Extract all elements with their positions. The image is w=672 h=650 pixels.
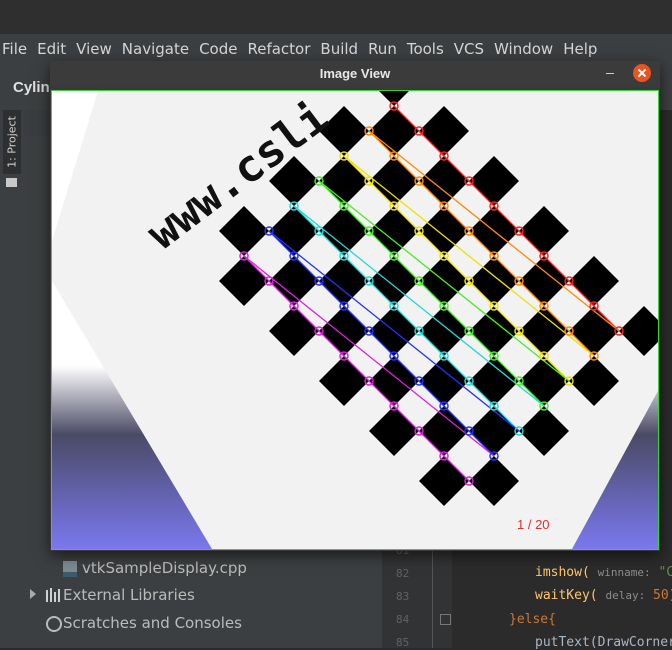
param-hint-delay: delay:	[605, 589, 646, 602]
dialog-titlebar[interactable]: Image View	[50, 61, 660, 87]
dialog-title: Image View	[319, 66, 391, 81]
menu-run[interactable]: Run	[368, 40, 397, 58]
library-icon	[46, 588, 60, 602]
chevron-right-icon[interactable]	[30, 589, 36, 599]
scratches-icon	[46, 616, 62, 632]
os-top-bar	[0, 0, 672, 34]
menu-help[interactable]: Help	[563, 40, 597, 58]
fold-marker-icon[interactable]	[440, 614, 451, 625]
tree-item-vtksampledisplay[interactable]: vtkSampleDisplay.cpp	[82, 559, 247, 577]
line-number: 84	[396, 613, 410, 626]
line-number: 82	[396, 567, 410, 580]
menu-vcs[interactable]: VCS	[454, 40, 484, 58]
code-line-84[interactable]: }else{	[509, 612, 556, 627]
minimize-button[interactable]	[606, 73, 614, 74]
menu-code[interactable]: Code	[199, 40, 237, 58]
frame-counter: 1 / 20	[517, 517, 550, 532]
code-fn-imshow: imshow(	[535, 565, 590, 580]
image-view-dialog: Image View www.csli 1 / 20	[50, 61, 660, 551]
code-line-83[interactable]: waitKey( delay: 50);	[535, 588, 672, 603]
menu-bar: File Edit View Navigate Code Refactor Bu…	[0, 34, 672, 64]
close-button[interactable]	[633, 64, 651, 82]
cpp-file-icon	[63, 561, 77, 577]
tree-item-scratches[interactable]: Scratches and Consoles	[63, 614, 242, 632]
menu-window[interactable]: Window	[494, 40, 553, 58]
code-fn-waitkey: waitKey(	[535, 588, 598, 603]
menu-edit[interactable]: Edit	[37, 40, 66, 58]
param-hint-winname: winname:	[597, 566, 651, 579]
folder-icon[interactable]	[6, 178, 17, 187]
tab-project-label: 1: Project	[5, 116, 19, 168]
menu-build[interactable]: Build	[320, 40, 358, 58]
menu-file[interactable]: File	[2, 40, 27, 58]
menu-tools[interactable]: Tools	[407, 40, 444, 58]
menu-view[interactable]: View	[76, 40, 112, 58]
menu-navigate[interactable]: Navigate	[122, 40, 189, 58]
tree-item-external-libraries[interactable]: External Libraries	[63, 586, 195, 604]
chessboard-image: www.csli	[52, 91, 658, 549]
line-number: 83	[396, 590, 410, 603]
line-number: 85	[396, 636, 410, 649]
image-canvas[interactable]: www.csli 1 / 20	[51, 90, 659, 550]
menu-refactor[interactable]: Refactor	[247, 40, 310, 58]
code-number: 50);	[653, 588, 672, 603]
code-string: "Co	[658, 565, 672, 580]
code-line-82[interactable]: imshow( winname: "Co	[535, 565, 672, 580]
left-tool-strip	[0, 110, 24, 648]
